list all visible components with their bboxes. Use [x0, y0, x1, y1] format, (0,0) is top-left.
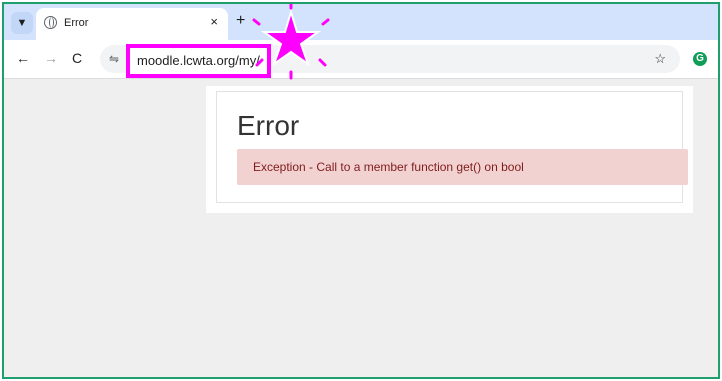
close-tab-icon[interactable]: × — [210, 14, 218, 29]
back-arrow-icon[interactable]: ← — [16, 50, 30, 66]
error-alert: Exception - Call to a member function ge… — [237, 149, 688, 185]
bookmark-star-icon[interactable]: ☆ — [654, 51, 666, 67]
new-tab-button[interactable]: + — [236, 12, 245, 30]
address-bar[interactable]: ⇋ moodle.lcwta.org/my/ ☆ — [100, 44, 680, 78]
error-card-inner: Error Exception - Call to a member funct… — [216, 91, 688, 203]
page-title: Error — [237, 110, 300, 141]
page-content: Error Exception - Call to a member funct… — [4, 79, 718, 377]
reload-icon[interactable]: C — [72, 50, 82, 66]
tab-error[interactable]: Error × — [36, 8, 228, 40]
globe-icon — [44, 16, 57, 29]
window-frame: ▼ Error × + ← → C ⇋ moodle.lcwta.org/my/… — [2, 2, 720, 379]
error-message: Exception - Call to a member function ge… — [253, 160, 524, 174]
tab-search-icon[interactable]: ▼ — [11, 12, 33, 34]
sparkle-star-icon — [252, 4, 330, 80]
error-card: Error Exception - Call to a member funct… — [206, 86, 693, 213]
browser-toolbar: ← → C ⇋ moodle.lcwta.org/my/ ☆ G — [4, 40, 718, 79]
site-info-icon[interactable]: ⇋ — [109, 52, 119, 66]
url-highlight-box: moodle.lcwta.org/my/ — [126, 44, 271, 78]
tab-bar: ▼ Error × + — [4, 4, 718, 40]
tab-title: Error — [64, 17, 89, 29]
grammarly-extension-icon[interactable]: G — [693, 52, 707, 66]
url-text[interactable]: moodle.lcwta.org/my/ — [137, 53, 260, 68]
forward-arrow-icon[interactable]: → — [44, 50, 58, 66]
